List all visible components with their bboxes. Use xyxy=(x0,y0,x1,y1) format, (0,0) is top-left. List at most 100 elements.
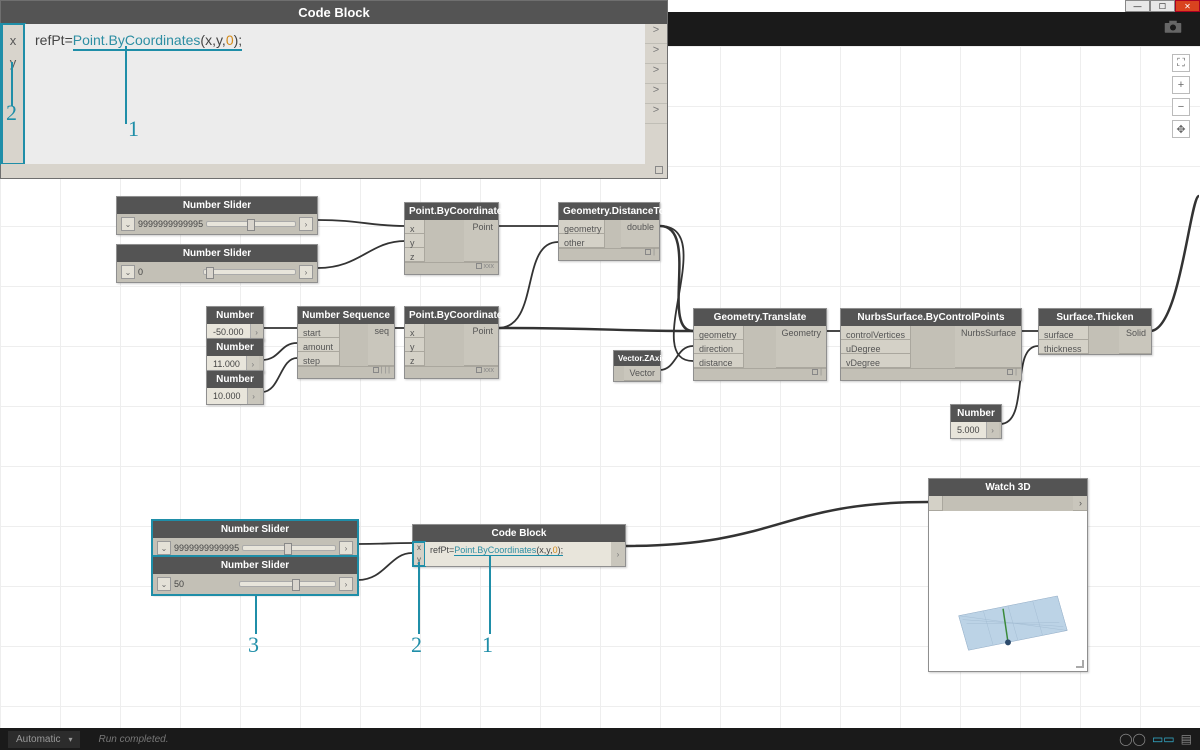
inport-y[interactable]: y xyxy=(405,338,425,352)
node-footer: xxx xyxy=(405,366,498,378)
slider-track[interactable] xyxy=(239,581,336,587)
inport-z[interactable]: z xyxy=(405,352,425,366)
output-port[interactable]: › xyxy=(248,388,260,404)
camera-icon[interactable] xyxy=(1164,20,1182,34)
outport[interactable]: > xyxy=(645,84,667,104)
outport[interactable]: > xyxy=(645,44,667,64)
node-number-sequence[interactable]: Number Sequence start amount step seq | … xyxy=(297,306,395,379)
node-number-a[interactable]: Number -50.000› xyxy=(206,306,264,341)
chevron-down-icon[interactable]: ⌄ xyxy=(157,577,171,591)
node-title: Geometry.DistanceTo xyxy=(559,203,659,220)
window-close-button[interactable]: ✕ xyxy=(1175,0,1200,12)
inport-surface[interactable]: surface xyxy=(1039,326,1089,340)
status-icon-c[interactable]: ▤ xyxy=(1181,732,1192,746)
output-port[interactable]: › xyxy=(299,265,313,279)
node-code-block[interactable]: Code Block x y refPt=Point.ByCoordinates… xyxy=(412,524,626,567)
node-nurbssurface-bycontrolpoints[interactable]: NurbsSurface.ByControlPoints controlVert… xyxy=(840,308,1022,381)
window-maximize-button[interactable]: ☐ xyxy=(1150,0,1175,12)
inport-x[interactable]: x xyxy=(405,324,425,338)
chevron-down-icon[interactable]: ⌄ xyxy=(121,217,135,231)
outport-geometry[interactable]: Geometry xyxy=(776,326,826,368)
node-title: Watch 3D xyxy=(929,479,1087,496)
node-geometry-translate[interactable]: Geometry.Translate geometry direction di… xyxy=(693,308,827,381)
chevron-down-icon[interactable]: ⌄ xyxy=(121,265,135,279)
outport[interactable]: › xyxy=(1073,496,1087,511)
inport-geometry[interactable]: geometry xyxy=(559,220,605,234)
node-number-slider-3[interactable]: Number Slider ⌄ 9999999999995 › xyxy=(152,520,358,559)
inport-thickness[interactable]: thickness xyxy=(1039,340,1089,354)
outport-point[interactable]: Point xyxy=(464,324,498,366)
output-port[interactable]: › xyxy=(339,577,353,591)
node-watch-3d[interactable]: Watch 3D › xyxy=(928,478,1088,672)
outport-vector[interactable]: Vector xyxy=(624,366,660,381)
outport-seq[interactable]: seq xyxy=(368,324,394,366)
codeblock-zoom-code-area[interactable]: refPt=Point.ByCoordinates(x,y,0); xyxy=(25,24,645,164)
inport-start[interactable]: start xyxy=(298,324,340,338)
codeblock-code[interactable]: refPt=Point.ByCoordinates(x,y,0); xyxy=(425,542,611,566)
output-port[interactable]: › xyxy=(987,422,999,438)
node-point-bycoordinates-top[interactable]: Point.ByCoordinates x y z Point xxx xyxy=(404,202,499,275)
inport-geometry[interactable]: geometry xyxy=(694,326,744,340)
slider-value: 9999999999995 xyxy=(174,543,239,553)
slider-track[interactable] xyxy=(242,545,336,551)
output-port[interactable]: › xyxy=(611,542,625,566)
inport[interactable] xyxy=(929,496,943,511)
output-port[interactable]: › xyxy=(299,217,313,231)
node-title: Point.ByCoordinates xyxy=(405,307,498,324)
outport-double[interactable]: double xyxy=(621,220,659,248)
inport-udegree[interactable]: uDegree xyxy=(841,340,911,354)
zoom-out-button[interactable]: − xyxy=(1172,98,1190,116)
node-number-b[interactable]: Number 11.000› xyxy=(206,338,264,373)
inport-vdegree[interactable]: vDegree xyxy=(841,354,911,368)
slider-track[interactable] xyxy=(206,221,296,227)
inport-x[interactable]: x xyxy=(405,220,425,234)
inport-distance[interactable]: distance xyxy=(694,354,744,368)
viewport-zoom-controls: ⛶ + − ✥ xyxy=(1172,54,1190,138)
callout-label-2: 2 xyxy=(6,100,17,126)
node-point-bycoordinates-mid[interactable]: Point.ByCoordinates x y z Point xxx xyxy=(404,306,499,379)
node-number-slider-1[interactable]: Number Slider ⌄ 9999999999995 › xyxy=(116,196,318,235)
zoom-pan-button[interactable]: ✥ xyxy=(1172,120,1190,138)
inport-controlvertices[interactable]: controlVertices xyxy=(841,326,911,340)
inport-y[interactable]: y xyxy=(405,234,425,248)
inport-z[interactable]: z xyxy=(405,248,425,262)
node-geometry-distanceto[interactable]: Geometry.DistanceTo geometry other doubl… xyxy=(558,202,660,261)
outport[interactable]: > xyxy=(645,64,667,84)
outport[interactable]: > xyxy=(645,24,667,44)
port-x[interactable]: x xyxy=(3,30,23,52)
zoom-fit-button[interactable]: ⛶ xyxy=(1172,54,1190,72)
node-surface-thicken[interactable]: Surface.Thicken surface thickness Solid xyxy=(1038,308,1152,355)
code-text-close: ); xyxy=(234,32,243,48)
port-x[interactable]: x xyxy=(413,542,425,554)
node-number-d[interactable]: Number 5.000› xyxy=(950,404,1002,439)
inport-step[interactable]: step xyxy=(298,352,340,366)
slider-value: 9999999999995 xyxy=(138,219,203,229)
zoom-in-button[interactable]: + xyxy=(1172,76,1190,94)
inport-other[interactable]: other xyxy=(559,234,605,248)
number-value[interactable]: 5.000 xyxy=(951,422,987,438)
output-port[interactable]: › xyxy=(339,541,353,555)
port-y[interactable]: y xyxy=(3,52,23,74)
status-icon-b[interactable]: ▭▭ xyxy=(1152,732,1175,746)
outport-solid[interactable]: Solid xyxy=(1119,326,1151,354)
resize-handle-icon[interactable] xyxy=(655,166,663,174)
node-title: Number Sequence xyxy=(298,307,394,324)
outport[interactable]: > xyxy=(645,104,667,124)
node-number-slider-2[interactable]: Number Slider ⌄ 0 › xyxy=(116,244,318,283)
window-minimize-button[interactable]: — xyxy=(1125,0,1150,12)
node-number-slider-4[interactable]: Number Slider ⌄ 50 › xyxy=(152,556,358,595)
run-mode-dropdown[interactable]: Automatic xyxy=(8,731,80,748)
node-vector-zaxis[interactable]: Vector.ZAxis Vector xyxy=(613,350,661,382)
resize-handle-icon[interactable] xyxy=(1076,660,1084,668)
slider-track[interactable] xyxy=(203,269,296,275)
status-icon-a[interactable]: ◯◯ xyxy=(1119,732,1146,746)
number-value[interactable]: 10.000 xyxy=(207,388,248,404)
cb-prefix: refPt= xyxy=(430,545,454,555)
inport-amount[interactable]: amount xyxy=(298,338,340,352)
outport-nurbssurface[interactable]: NurbsSurface xyxy=(955,326,1021,368)
inport-direction[interactable]: direction xyxy=(694,340,744,354)
watch3d-viewport[interactable] xyxy=(929,511,1087,671)
node-number-c[interactable]: Number 10.000› xyxy=(206,370,264,405)
chevron-down-icon[interactable]: ⌄ xyxy=(157,541,171,555)
outport-point[interactable]: Point xyxy=(464,220,498,262)
